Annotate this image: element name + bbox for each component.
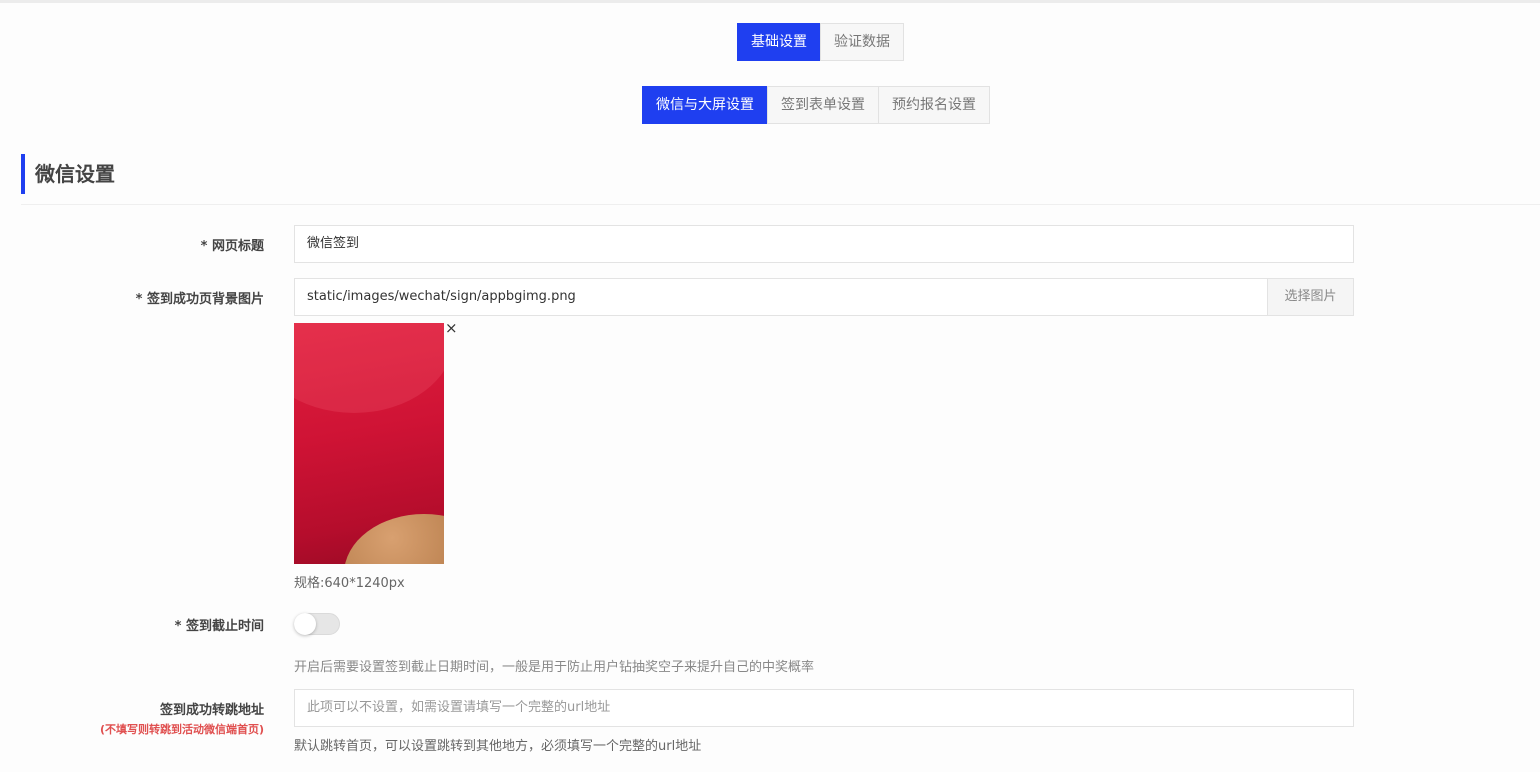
preview-highlight <box>294 323 444 413</box>
section-divider <box>21 204 1540 205</box>
tab-wechat-screen-settings[interactable]: 微信与大屏设置 <box>642 86 768 124</box>
sub-tabs: 微信与大屏设置 签到表单设置 预约报名设置 <box>642 86 990 124</box>
redirect-label: 签到成功转跳地址 <box>159 703 264 718</box>
bg-image-path-input[interactable]: static/images/wechat/sign/appbgimg.png <box>294 278 1268 316</box>
top-border <box>0 0 1540 3</box>
main-tabs: 基础设置 验证数据 <box>737 23 904 61</box>
bg-image-input-group: static/images/wechat/sign/appbgimg.png 选… <box>294 278 1354 316</box>
deadline-label: * 签到截止时间 <box>174 619 264 634</box>
deadline-hint: 开启后需要设置签到截止日期时间，一般是用于防止用户钻抽奖空子来提升自己的中奖概率 <box>294 660 815 675</box>
section-title: 微信设置 <box>21 154 115 194</box>
redirect-sublabel: (不填写则转跳到活动微信端首页) <box>99 723 264 736</box>
tab-sign-form-settings[interactable]: 签到表单设置 <box>767 86 879 124</box>
bg-image-label: * 签到成功页背景图片 <box>135 292 264 307</box>
preview-corner <box>344 514 444 564</box>
tab-verify-data[interactable]: 验证数据 <box>820 23 904 61</box>
tab-basic-settings[interactable]: 基础设置 <box>737 23 821 61</box>
toggle-knob <box>294 613 316 635</box>
remove-image-icon[interactable]: × <box>445 320 458 336</box>
bg-image-preview-wrap: × <box>294 320 459 564</box>
redirect-hint: 默认跳转首页，可以设置跳转到其他地方，必须填写一个完整的url地址 <box>294 739 702 754</box>
choose-image-button[interactable]: 选择图片 <box>1268 278 1354 316</box>
bg-image-preview <box>294 323 444 564</box>
image-spec-text: 规格:640*1240px <box>294 576 405 591</box>
tab-reservation-settings[interactable]: 预约报名设置 <box>878 86 990 124</box>
page-title-input[interactable]: 微信签到 <box>294 225 1354 263</box>
page-title-label: * 网页标题 <box>200 239 264 254</box>
redirect-url-input[interactable]: 此项可以不设置，如需设置请填写一个完整的url地址 <box>294 689 1354 727</box>
deadline-toggle[interactable] <box>294 613 340 635</box>
